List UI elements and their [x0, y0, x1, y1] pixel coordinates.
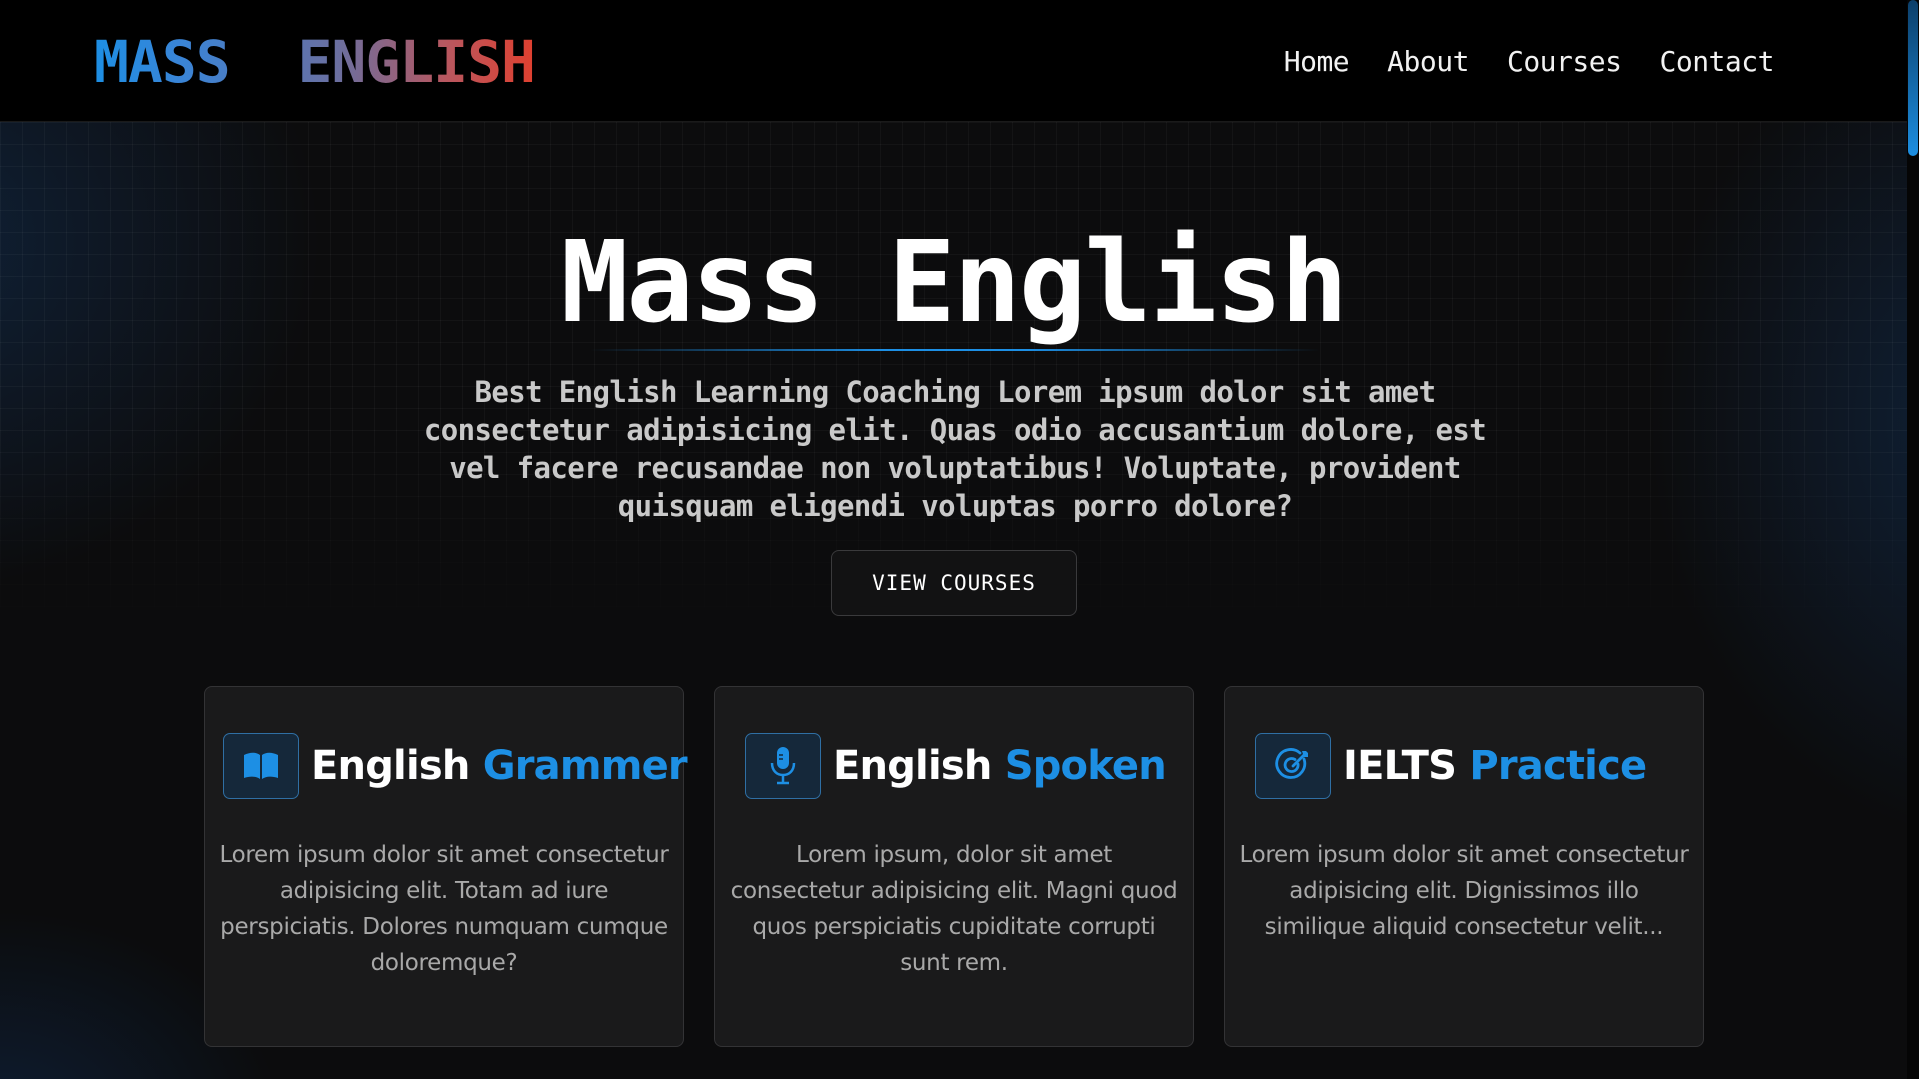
card-title: IELTS Practice	[1343, 741, 1647, 791]
card-title-word: English	[311, 743, 470, 789]
view-courses-button[interactable]: VIEW COURSES	[831, 550, 1077, 616]
card-header: IELTS Practice	[1255, 733, 1647, 799]
page: MASS ENGLISH Home About Courses Contact …	[0, 0, 1919, 1079]
hero-section: Mass English Best English Learning Coach…	[0, 122, 1907, 1079]
target-icon	[1255, 733, 1331, 799]
course-card-ielts[interactable]: IELTS Practice Lorem ipsum dolor sit ame…	[1224, 686, 1704, 1047]
card-description: Lorem ipsum, dolor sit amet consectetur …	[730, 842, 1178, 976]
course-card-grammar[interactable]: English Grammer Lorem ipsum dolor sit am…	[204, 686, 688, 1047]
microphone-icon	[745, 733, 821, 799]
scrollbar-thumb[interactable]	[1908, 0, 1918, 156]
card-title: English Spoken	[833, 741, 1167, 791]
nav-link-contact[interactable]: Contact	[1659, 42, 1774, 82]
page-scrollbar[interactable]	[1907, 0, 1919, 1079]
site-logo[interactable]: MASS ENGLISH	[94, 28, 536, 96]
card-title-word: IELTS	[1343, 743, 1457, 789]
title-underline	[590, 349, 1320, 351]
card-title-word: English	[833, 743, 992, 789]
card-description: Lorem ipsum dolor sit amet consectetur a…	[219, 842, 669, 976]
hero-title: Mass English	[560, 218, 1348, 348]
nav-menu: Home About Courses Contact	[1284, 42, 1775, 82]
navbar: MASS ENGLISH Home About Courses Contact	[0, 0, 1919, 122]
card-title-highlight: Spoken	[1004, 743, 1167, 789]
nav-link-home[interactable]: Home	[1284, 42, 1350, 82]
card-header: English Grammer	[223, 733, 688, 799]
card-description: Lorem ipsum dolor sit amet consectetur a…	[1239, 842, 1689, 940]
card-title-highlight: Grammer	[482, 743, 688, 789]
nav-link-about[interactable]: About	[1387, 42, 1469, 82]
card-header: English Spoken	[745, 733, 1167, 799]
course-card-spoken[interactable]: English Spoken Lorem ipsum, dolor sit am…	[714, 686, 1194, 1047]
hero-subtitle: Best English Learning Coaching Lorem ips…	[423, 375, 1487, 523]
nav-link-courses[interactable]: Courses	[1507, 42, 1622, 82]
card-title-highlight: Practice	[1469, 743, 1647, 789]
card-title: English Grammer	[311, 741, 688, 791]
book-icon	[223, 733, 299, 799]
